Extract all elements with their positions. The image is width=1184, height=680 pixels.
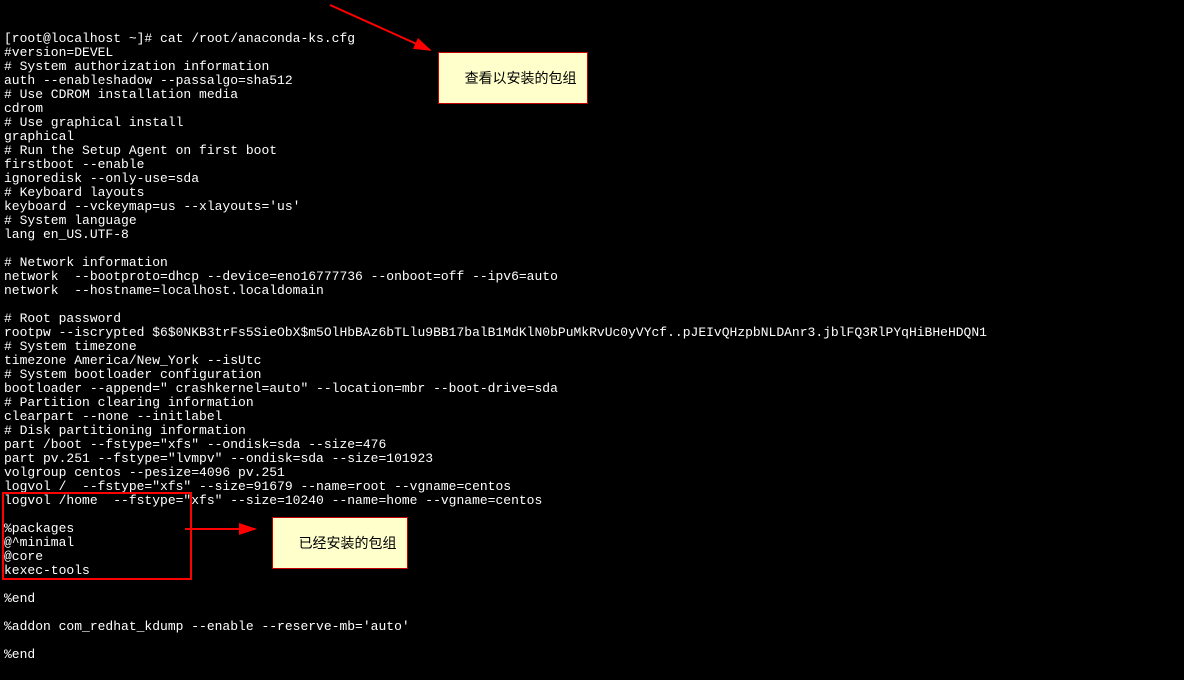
terminal-line (4, 634, 1180, 648)
terminal-line: # Partition clearing information (4, 396, 1180, 410)
top-callout-label: 查看以安装的包组 (438, 52, 588, 104)
terminal-line: keyboard --vckeymap=us --xlayouts='us' (4, 200, 1180, 214)
terminal-line: lang en_US.UTF-8 (4, 228, 1180, 242)
terminal-line: # Keyboard layouts (4, 186, 1180, 200)
terminal-line: bootloader --append=" crashkernel=auto" … (4, 382, 1180, 396)
terminal-line (4, 242, 1180, 256)
terminal-line (4, 606, 1180, 620)
bottom-callout-label: 已经安装的包组 (272, 517, 408, 569)
terminal-line: # Network information (4, 256, 1180, 270)
terminal-line: # System language (4, 214, 1180, 228)
terminal-line: [root@localhost ~]# cat /root/anaconda-k… (4, 32, 1180, 46)
terminal-line: # Use CDROM installation media (4, 88, 1180, 102)
terminal-line: clearpart --none --initlabel (4, 410, 1180, 424)
terminal-line (4, 578, 1180, 592)
terminal-line: # System authorization information (4, 60, 1180, 74)
terminal-line: %end (4, 592, 1180, 606)
terminal-line: graphical (4, 130, 1180, 144)
terminal-line: # System bootloader configuration (4, 368, 1180, 382)
terminal-line: rootpw --iscrypted $6$0NKB3trFs5SieObX$m… (4, 326, 1180, 340)
terminal-line: part /boot --fstype="xfs" --ondisk=sda -… (4, 438, 1180, 452)
terminal-line (4, 298, 1180, 312)
terminal-line: timezone America/New_York --isUtc (4, 354, 1180, 368)
terminal-line: %addon com_redhat_kdump --enable --reser… (4, 620, 1180, 634)
terminal-line: # System timezone (4, 340, 1180, 354)
terminal-line: #version=DEVEL (4, 46, 1180, 60)
packages-highlight-box (2, 492, 192, 580)
terminal-line: auth --enableshadow --passalgo=sha512 (4, 74, 1180, 88)
bottom-callout-text: 已经安装的包组 (299, 535, 397, 551)
terminal-line: ignoredisk --only-use=sda (4, 172, 1180, 186)
terminal-line: firstboot --enable (4, 158, 1180, 172)
terminal-line: %end (4, 648, 1180, 662)
terminal-line: volgroup centos --pesize=4096 pv.251 (4, 466, 1180, 480)
terminal-line: network --hostname=localhost.localdomain (4, 284, 1180, 298)
terminal-line: # Run the Setup Agent on first boot (4, 144, 1180, 158)
terminal-line: network --bootproto=dhcp --device=eno167… (4, 270, 1180, 284)
arrow-to-bottom-callout-icon (180, 519, 266, 539)
top-callout-text: 查看以安装的包组 (465, 70, 577, 86)
terminal-line: cdrom (4, 102, 1180, 116)
arrow-to-top-callout-icon (325, 0, 445, 60)
terminal-line: part pv.251 --fstype="lvmpv" --ondisk=sd… (4, 452, 1180, 466)
terminal-output: [root@localhost ~]# cat /root/anaconda-k… (0, 0, 1184, 680)
terminal-line: # Disk partitioning information (4, 424, 1180, 438)
terminal-line: # Root password (4, 312, 1180, 326)
terminal-line: # Use graphical install (4, 116, 1180, 130)
